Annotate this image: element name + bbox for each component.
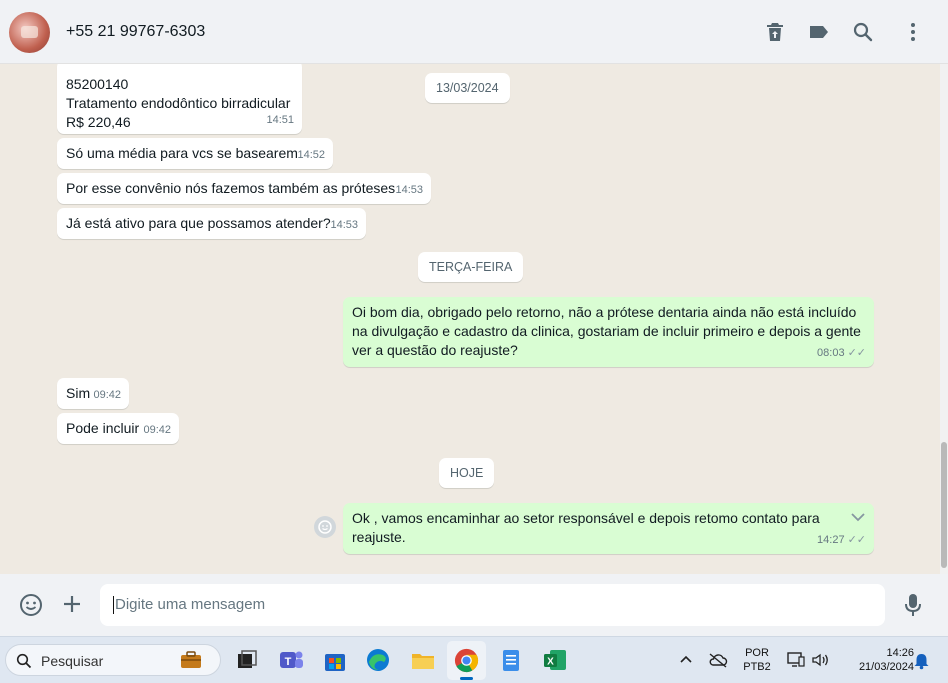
attach-plus-icon[interactable] — [61, 593, 83, 615]
reaction-emoji-icon[interactable] — [313, 515, 337, 539]
message-text: R$ 220,46 — [66, 114, 131, 130]
message-time-text: 14:27 — [817, 534, 845, 546]
message-incoming[interactable]: Só uma média para vcs se basearem 14:52 — [57, 138, 333, 169]
input-language[interactable]: POR PTB2 — [740, 646, 774, 674]
message-text: Por esse convênio nós fazemos também as … — [66, 180, 396, 196]
message-outgoing[interactable]: Oi bom dia, obrigado pelo retorno, não a… — [343, 297, 874, 367]
message-incoming[interactable]: Por esse convênio nós fazemos também as … — [57, 173, 431, 204]
message-text: ver a questão do reajuste? — [352, 342, 518, 358]
message-input[interactable]: Digite uma mensagem — [100, 584, 885, 626]
double-check-icon: ✓✓ — [847, 347, 866, 359]
message-composer: Digite uma mensagem — [0, 574, 948, 636]
date-divider: TERÇA-FEIRA — [418, 252, 524, 282]
contact-avatar[interactable] — [9, 12, 50, 53]
notepad-icon[interactable] — [497, 646, 525, 674]
svg-text:T: T — [285, 656, 292, 668]
message-text: reajuste. — [352, 529, 406, 545]
message-text: Só uma média para vcs se basearem — [66, 145, 298, 161]
chat-header: +55 21 99767-6303 — [0, 0, 948, 64]
message-text: Ok , vamos encaminhar ao setor responsáv… — [352, 510, 820, 526]
message-input-placeholder: Digite uma mensagem — [115, 596, 266, 613]
svg-text:X: X — [547, 657, 554, 668]
message-time: 09:42 — [143, 424, 171, 436]
task-view-icon[interactable] — [233, 646, 261, 674]
chevron-down-icon[interactable] — [851, 512, 865, 522]
message-time: 08:03 ✓✓ — [817, 344, 866, 363]
chat-scrollbar[interactable] — [940, 64, 948, 574]
message-text: Já está ativo para que possamos atender? — [66, 215, 331, 231]
briefcase-icon — [181, 651, 201, 668]
message-text: 85200140 — [66, 76, 129, 92]
taskbar-search[interactable]: Pesquisar — [5, 644, 221, 676]
chevron-up-icon[interactable] — [679, 654, 693, 664]
edge-icon[interactable] — [364, 646, 392, 674]
message-text: Oi bom dia, obrigado pelo retorno, não a… — [352, 304, 857, 320]
excel-icon[interactable]: X — [541, 646, 569, 674]
active-indicator — [460, 677, 473, 680]
date-divider: HOJE — [439, 458, 495, 488]
message-incoming[interactable]: 85200140 Tratamento endodôntico birradic… — [57, 64, 302, 134]
notification-bell-icon[interactable] — [913, 652, 930, 670]
search-icon[interactable] — [851, 20, 875, 44]
scrollbar-thumb[interactable] — [941, 442, 947, 568]
taskbar-search-label: Pesquisar — [41, 653, 104, 669]
microphone-icon[interactable] — [901, 592, 925, 618]
contact-name[interactable]: +55 21 99767-6303 — [66, 23, 205, 41]
network-icon[interactable] — [786, 651, 806, 669]
message-time: 14:51 — [266, 114, 294, 126]
store-icon[interactable] — [321, 646, 349, 674]
file-explorer-icon[interactable] — [409, 646, 437, 674]
message-text: Sim — [66, 385, 91, 401]
volume-icon[interactable] — [810, 651, 830, 669]
cloud-offline-icon[interactable] — [708, 652, 728, 668]
language-code: POR — [745, 647, 769, 659]
search-icon — [16, 653, 32, 669]
clock-date: 21/03/2024 — [858, 661, 914, 673]
teams-icon[interactable]: T — [277, 646, 305, 674]
clock[interactable]: 14:26 21/03/2024 — [836, 646, 914, 674]
date-divider: 13/03/2024 — [425, 73, 510, 103]
message-text: na divulgação e cadastro da clinica, gos… — [352, 323, 861, 339]
message-outgoing[interactable]: Ok , vamos encaminhar ao setor responsáv… — [343, 503, 874, 554]
message-incoming[interactable]: Pode incluir 09:42 — [57, 413, 179, 444]
message-time: 14:53 — [330, 219, 358, 231]
message-incoming[interactable]: Sim 09:42 — [57, 378, 129, 409]
windows-taskbar: Pesquisar T X POR PTB2 14:26 21/03/2024 — [0, 636, 948, 683]
keyboard-layout: PTB2 — [743, 661, 771, 673]
message-time: 14:27 ✓✓ — [817, 531, 866, 550]
text-caret — [113, 596, 114, 615]
message-text: Tratamento endodôntico birradicular — [66, 95, 291, 111]
chrome-icon — [454, 648, 479, 673]
clock-time: 14:26 — [886, 647, 914, 659]
message-time: 14:52 — [297, 149, 325, 161]
double-check-icon: ✓✓ — [847, 534, 866, 546]
message-time: 09:42 — [93, 389, 121, 401]
menu-icon[interactable] — [901, 20, 925, 44]
chat-area[interactable]: 85200140 Tratamento endodôntico birradic… — [0, 64, 940, 574]
message-time-text: 08:03 — [817, 347, 845, 359]
message-incoming[interactable]: Já está ativo para que possamos atender?… — [57, 208, 366, 239]
archive-icon[interactable] — [763, 20, 787, 44]
message-time: 14:53 — [395, 184, 423, 196]
message-text: Pode incluir — [66, 420, 140, 436]
taskbar-active-app[interactable] — [447, 641, 486, 680]
emoji-icon[interactable] — [19, 593, 43, 617]
label-icon[interactable] — [807, 20, 831, 44]
